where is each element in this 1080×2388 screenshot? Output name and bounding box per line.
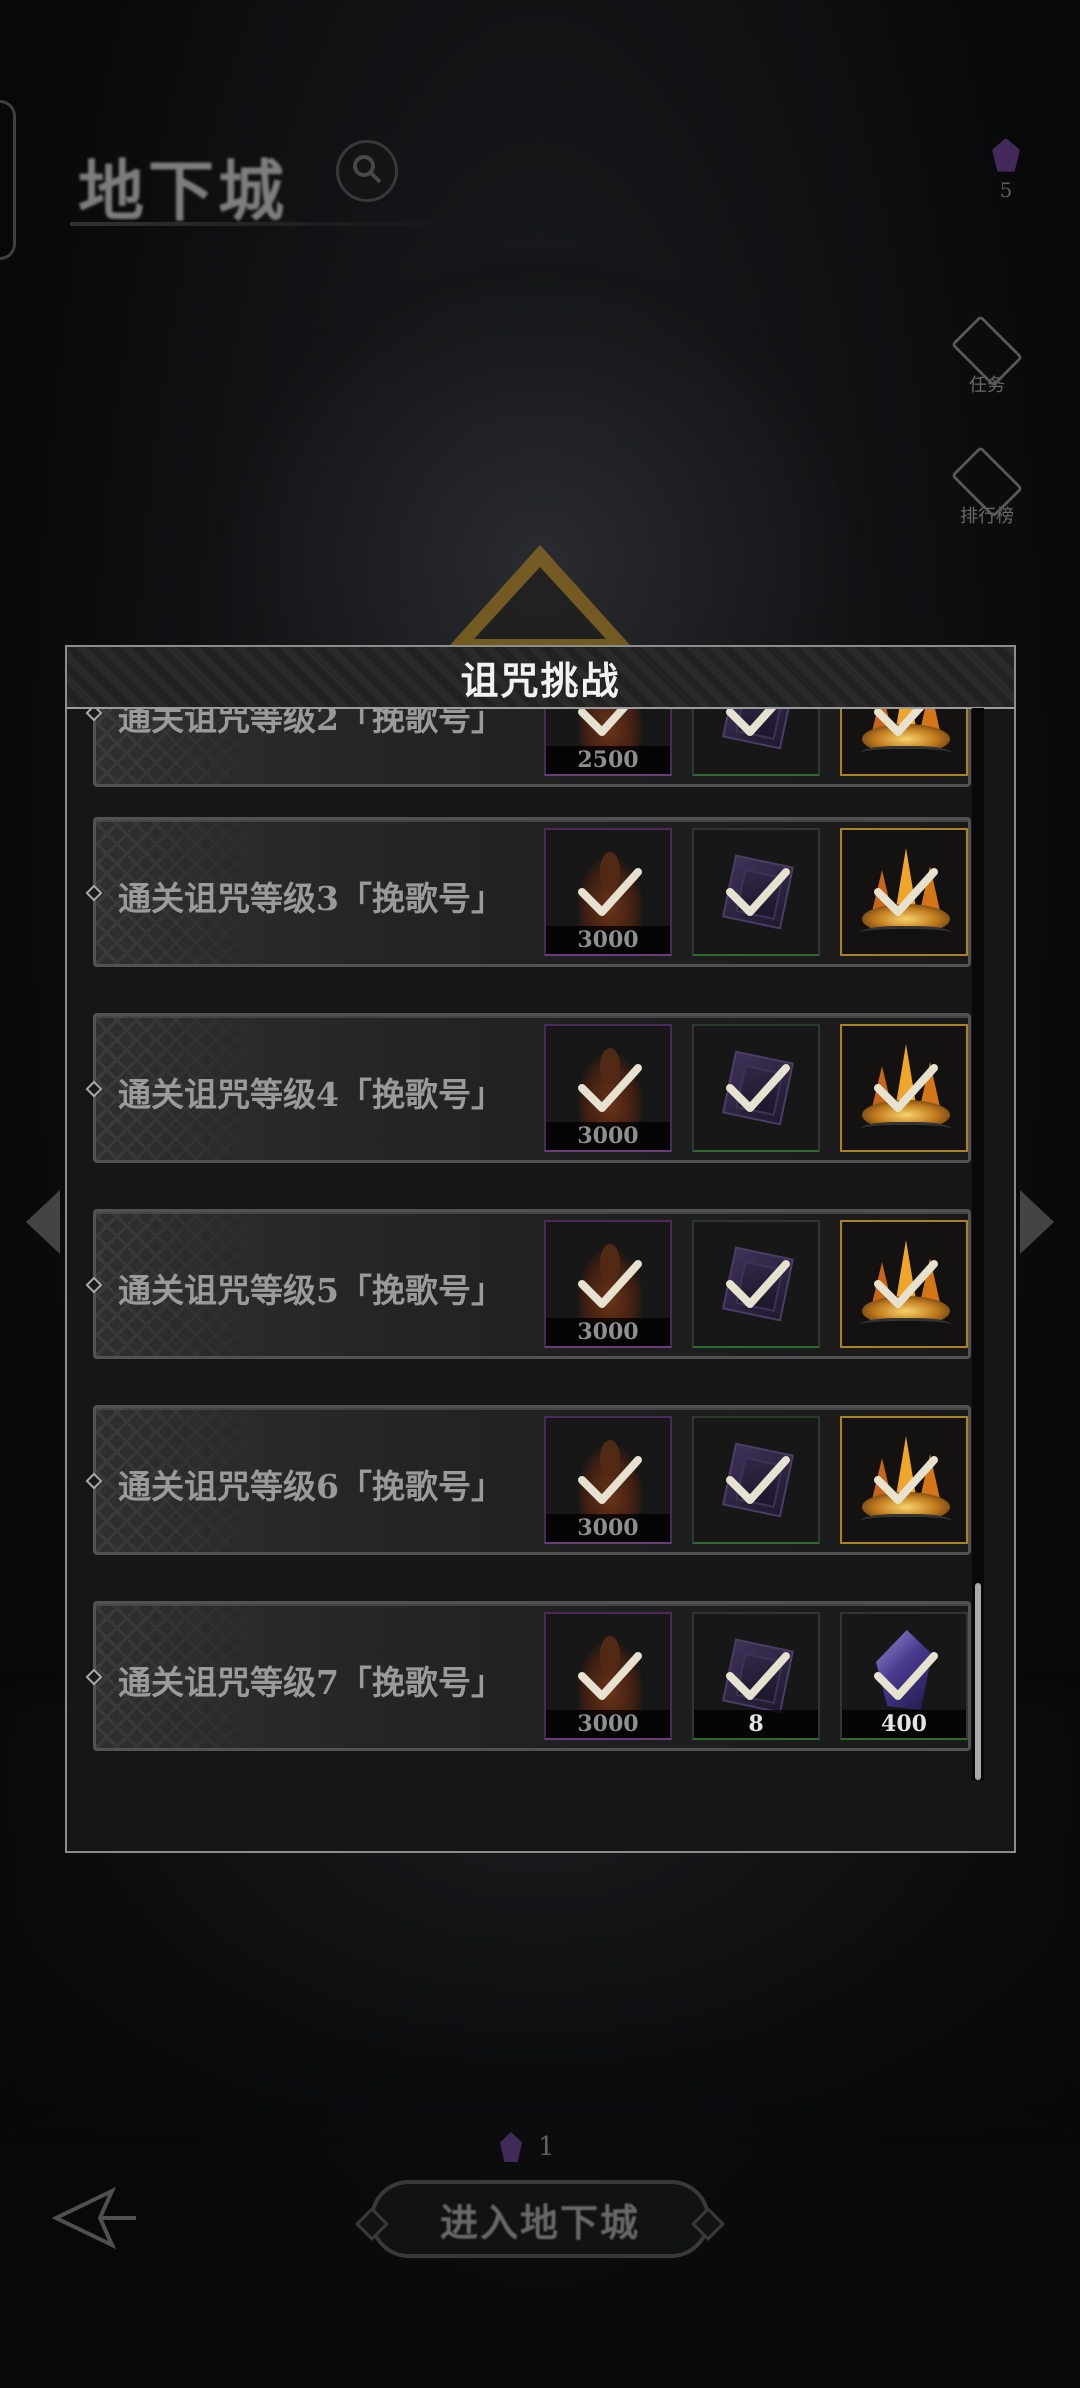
check-icon [724, 864, 792, 920]
challenge-row: 通关诅咒等级2「挽歌号」 2500 [85, 709, 971, 787]
reward-slot[interactable] [692, 1024, 820, 1152]
reward-slot[interactable]: 3000 [544, 1024, 672, 1152]
check-icon [724, 1648, 792, 1704]
reward-slot[interactable] [840, 709, 968, 776]
challenge-label: 通关诅咒等级4「挽歌号」 [118, 1075, 504, 1114]
reward-slot[interactable]: 3000 [544, 1416, 672, 1544]
check-icon [576, 864, 644, 920]
check-icon [576, 1256, 644, 1312]
check-icon [872, 1648, 940, 1704]
reward-slot[interactable]: 3000 [544, 1612, 672, 1740]
challenge-row: 通关诅咒等级5「挽歌号」 3000 [85, 1209, 971, 1359]
reward-slot[interactable]: 3000 [544, 828, 672, 956]
check-icon [872, 1060, 940, 1116]
check-icon [872, 1452, 940, 1508]
reward-amount: 3000 [546, 1122, 670, 1150]
reward-slot[interactable]: 400 [840, 1612, 968, 1740]
reward-slot[interactable]: 3000 [544, 1220, 672, 1348]
reward-amount: 3000 [546, 1318, 670, 1346]
check-icon [724, 1256, 792, 1312]
check-icon [872, 1256, 940, 1312]
reward-amount: 400 [842, 1710, 966, 1738]
scrollbar-thumb[interactable] [975, 1583, 981, 1780]
modal-title: 诅咒挑战 [460, 657, 621, 703]
challenge-label: 通关诅咒等级5「挽歌号」 [118, 1271, 504, 1310]
reward-slot[interactable]: 2500 [544, 709, 672, 776]
check-icon [724, 1452, 792, 1508]
challenge-label: 通关诅咒等级3「挽歌号」 [118, 879, 504, 918]
check-icon [576, 709, 644, 740]
check-icon [724, 709, 792, 740]
challenge-list[interactable]: 通关诅咒等级2「挽歌号」 2500 通关诅咒等级3「挽歌号」 3000 通关诅咒等级4「… [67, 709, 1018, 1855]
challenge-label: 通关诅咒等级2「挽歌号」 [118, 709, 504, 738]
modal-header: 诅咒挑战 [67, 647, 1014, 709]
check-icon [872, 709, 940, 740]
check-icon [724, 1060, 792, 1116]
reward-slot[interactable] [692, 1220, 820, 1348]
reward-amount: 3000 [546, 1710, 670, 1738]
reward-amount: 2500 [546, 746, 670, 774]
challenge-label: 通关诅咒等级6「挽歌号」 [118, 1467, 504, 1506]
reward-slot[interactable] [840, 828, 968, 956]
reward-slot[interactable] [692, 1416, 820, 1544]
check-icon [576, 1060, 644, 1116]
check-icon [872, 864, 940, 920]
reward-slot[interactable] [840, 1024, 968, 1152]
challenge-row: 通关诅咒等级7「挽歌号」 3000 8 400 [85, 1601, 971, 1751]
reward-slot[interactable] [840, 1416, 968, 1544]
challenge-row: 通关诅咒等级4「挽歌号」 3000 [85, 1013, 971, 1163]
reward-amount: 3000 [546, 926, 670, 954]
check-icon [576, 1648, 644, 1704]
curse-challenge-modal: 诅咒挑战 通关诅咒等级2「挽歌号」 2500 通关诅咒等级3「挽歌号」 3000 通关诅… [65, 645, 1016, 1853]
reward-slot[interactable] [840, 1220, 968, 1348]
challenge-row: 通关诅咒等级6「挽歌号」 3000 [85, 1405, 971, 1555]
challenge-label: 通关诅咒等级7「挽歌号」 [118, 1663, 504, 1702]
reward-amount: 8 [694, 1710, 818, 1738]
reward-slot[interactable]: 8 [692, 1612, 820, 1740]
reward-slot[interactable] [692, 828, 820, 956]
reward-amount: 3000 [546, 1514, 670, 1542]
reward-slot[interactable] [692, 709, 820, 776]
challenge-row: 通关诅咒等级3「挽歌号」 3000 [85, 817, 971, 967]
check-icon [576, 1452, 644, 1508]
